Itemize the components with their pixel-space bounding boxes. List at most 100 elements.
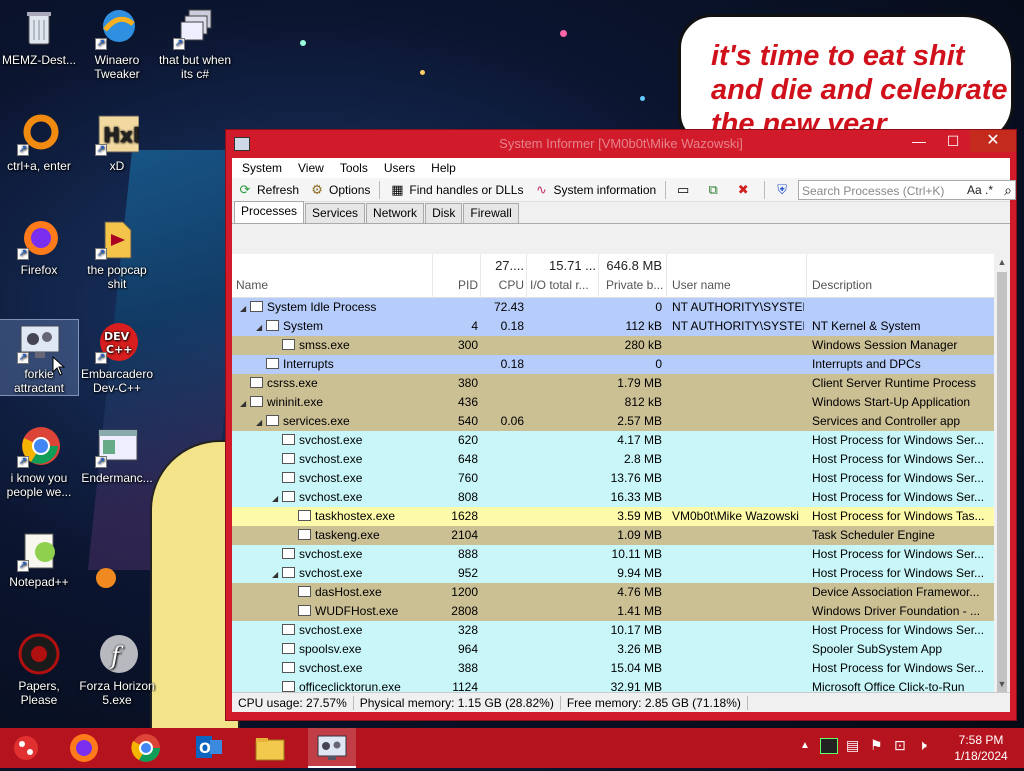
taskbar-outlook[interactable]: O xyxy=(184,728,232,768)
close-button[interactable]: ✕ xyxy=(970,130,1016,152)
desktop-icon-notepadpp[interactable]: ↗ Notepad++ xyxy=(0,528,78,589)
tab-disk[interactable]: Disk xyxy=(425,203,463,223)
table-row[interactable]: Interrupts 0.18 0 Interrupts and DPCs xyxy=(232,355,994,374)
collapse-triangle-icon[interactable]: ◢ xyxy=(256,323,266,332)
taskbar-chrome[interactable] xyxy=(122,728,170,768)
options-button[interactable]: ⚙ Options xyxy=(304,180,375,200)
show-hidden-icons-icon[interactable]: ▲ xyxy=(800,740,810,751)
maximize-button[interactable]: ☐ xyxy=(936,130,970,152)
process-icon xyxy=(282,681,295,692)
find-handles-button[interactable]: ▦ Find handles or DLLs xyxy=(384,180,528,200)
table-row[interactable]: taskhostex.exe 1628 3.59 MB VM0b0t\Mike Waz… xyxy=(232,507,994,526)
table-row[interactable]: svchost.exe 648 2.8 MB Host Process for Win… xyxy=(232,450,994,469)
process-pid: 388 xyxy=(457,661,478,675)
search-icon[interactable]: ⌕ xyxy=(1004,182,1012,199)
table-row[interactable]: smss.exe 300 280 kB Windows Session Manager xyxy=(232,336,994,355)
table-row[interactable]: ◢ wininit.exe 436 812 kB Windows Start-Up Ap… xyxy=(232,393,994,412)
table-row[interactable]: svchost.exe 388 15.04 MB Host Process for W… xyxy=(232,659,994,678)
collapse-triangle-icon[interactable]: ◢ xyxy=(240,304,250,313)
tab-processes[interactable]: Processes xyxy=(234,201,305,223)
collapse-triangle-icon[interactable]: ◢ xyxy=(272,570,282,579)
volume-muted-icon[interactable]: 🕨 xyxy=(918,737,927,754)
collapse-triangle-icon[interactable]: ◢ xyxy=(256,418,266,427)
flag-icon[interactable]: ⚑ xyxy=(870,737,883,754)
terminate-button[interactable]: ✖ xyxy=(730,180,760,200)
table-row[interactable]: ◢ svchost.exe 952 9.94 MB Host Process for W… xyxy=(232,564,994,583)
menu-view[interactable]: View xyxy=(290,161,332,175)
process-pid: 2808 xyxy=(451,604,478,618)
menu-tools[interactable]: Tools xyxy=(332,161,376,175)
table-row[interactable]: ◢ System Idle Process 72.43 0 NT AUTHORITY\S… xyxy=(232,298,994,317)
desktop-icon-label: Notepad++ xyxy=(9,575,69,589)
column-description[interactable]: Description xyxy=(812,278,872,292)
process-rows: ◢ System Idle Process 72.43 0 NT AUTHORITY\S… xyxy=(232,298,994,692)
system-information-button[interactable]: ∿ System information xyxy=(528,180,661,200)
desktop-icon-winaero[interactable]: ↗ Winaero Tweaker xyxy=(78,6,156,81)
column-private[interactable]: Private b... xyxy=(606,278,664,292)
scroll-up-icon[interactable]: ▲ xyxy=(994,254,1010,270)
table-row[interactable]: svchost.exe 760 13.76 MB Host Process for W… xyxy=(232,469,994,488)
desktop-icon-memz[interactable]: MEMZ-Dest... xyxy=(0,6,78,67)
tab-services[interactable]: Services xyxy=(305,203,366,223)
menu-system[interactable]: System xyxy=(234,161,290,175)
search-options[interactable]: Aa .* xyxy=(967,183,993,197)
process-private-bytes: 0 xyxy=(655,357,662,371)
desktop-icon-ctrl-a-enter[interactable]: ↗ ctrl+a, enter xyxy=(0,112,78,173)
desktop-icon-papers-please[interactable]: Papers, Please xyxy=(0,632,78,707)
performance-monitor-icon[interactable] xyxy=(820,738,838,754)
desktop-icon-forza[interactable]: f Forza Horizon 5.exe xyxy=(78,632,156,707)
table-row[interactable]: officeclicktorun.exe 1124 32.91 MB Microsof… xyxy=(232,678,994,692)
table-row[interactable]: ◢ svchost.exe 808 16.33 MB Host Process for … xyxy=(232,488,994,507)
desktop-icon-endermanc[interactable]: ↗ Endermanc... xyxy=(78,424,156,485)
menu-help[interactable]: Help xyxy=(423,161,464,175)
desktop-icon-firefox[interactable]: ↗ Firefox xyxy=(0,216,78,277)
search-input[interactable]: Search Processes (Ctrl+K) Aa .* ⌕ xyxy=(798,180,1016,200)
tab-firewall[interactable]: Firewall xyxy=(463,203,519,223)
ethernet-icon[interactable]: ⊡ xyxy=(894,737,906,754)
table-row[interactable]: WUDFHost.exe 2808 1.41 MB Windows Driver Fo… xyxy=(232,602,994,621)
collapse-triangle-icon[interactable]: ◢ xyxy=(272,494,282,503)
attach-button[interactable]: ⧉ xyxy=(700,180,730,200)
column-cpu[interactable]: CPU xyxy=(480,278,524,292)
clock[interactable]: 7:58 PM 1/18/2024 xyxy=(946,732,1016,764)
elevate-button[interactable]: ⛨ xyxy=(769,180,799,200)
vertical-scrollbar[interactable]: ▲ ▼ xyxy=(994,254,1010,692)
desktop-icon-that-but-csharp[interactable]: ↗ that but when its c# xyxy=(156,6,234,81)
desktop-icon-devcpp[interactable]: DEV C++ ↗ Embarcadero Dev-C++ xyxy=(78,320,156,395)
table-row[interactable]: dasHost.exe 1200 4.76 MB Device Association… xyxy=(232,583,994,602)
taskbar-firefox[interactable] xyxy=(60,728,108,768)
table-row[interactable]: svchost.exe 328 10.17 MB Host Process for W… xyxy=(232,621,994,640)
network-tray-icon[interactable]: ▤ xyxy=(846,737,859,754)
refresh-button[interactable]: ⟳ Refresh xyxy=(232,180,304,200)
process-name: svchost.exe xyxy=(299,547,363,561)
desktop-icon-forkie-attractant[interactable]: ↗ forkie attractant xyxy=(0,319,79,396)
desktop-icon-i-know-you-people[interactable]: ↗ i know you people we... xyxy=(0,424,78,499)
table-row[interactable]: svchost.exe 888 10.11 MB Host Process for W… xyxy=(232,545,994,564)
column-user[interactable]: User name xyxy=(672,278,731,292)
process-name: csrss.exe xyxy=(267,376,318,390)
table-row[interactable]: svchost.exe 620 4.17 MB Host Process for Wi… xyxy=(232,431,994,450)
table-row[interactable]: ◢ System 4 0.18 112 kB NT AUTHORITY\SYSTEM NT … xyxy=(232,317,994,336)
column-io[interactable]: I/O total r... xyxy=(530,278,596,292)
start-button[interactable] xyxy=(2,728,50,768)
table-row[interactable]: ◢ services.exe 540 0.06 2.57 MB Services and … xyxy=(232,412,994,431)
scrollbar-thumb[interactable] xyxy=(997,272,1007,692)
collapse-triangle-icon[interactable]: ◢ xyxy=(240,399,250,408)
column-name[interactable]: Name xyxy=(236,278,268,292)
window-button[interactable]: ▭ xyxy=(670,180,700,200)
table-row[interactable]: csrss.exe 380 1.79 MB Client Server Runtime… xyxy=(232,374,994,393)
shortcut-arrow-icon: ↗ xyxy=(95,144,107,156)
title-bar[interactable]: System Informer [VM0b0t\Mike Wazowski] —… xyxy=(226,130,1016,158)
table-row[interactable]: taskeng.exe 2104 1.09 MB Task Scheduler Eng… xyxy=(232,526,994,545)
table-row[interactable]: spoolsv.exe 964 3.26 MB Spooler SubSystem A… xyxy=(232,640,994,659)
process-icon xyxy=(282,567,295,578)
scroll-down-icon[interactable]: ▼ xyxy=(994,676,1010,692)
desktop-icon-popcap[interactable]: ↗ the popcap shit xyxy=(78,216,156,291)
minimize-button[interactable]: — xyxy=(902,130,936,152)
tab-network[interactable]: Network xyxy=(366,203,425,223)
taskbar-file-explorer[interactable] xyxy=(246,728,294,768)
taskbar-system-informer[interactable] xyxy=(308,728,356,768)
column-pid[interactable]: PID xyxy=(432,278,478,292)
menu-users[interactable]: Users xyxy=(376,161,423,175)
desktop-icon-xd[interactable]: HxD ↗ xD xyxy=(78,112,156,173)
